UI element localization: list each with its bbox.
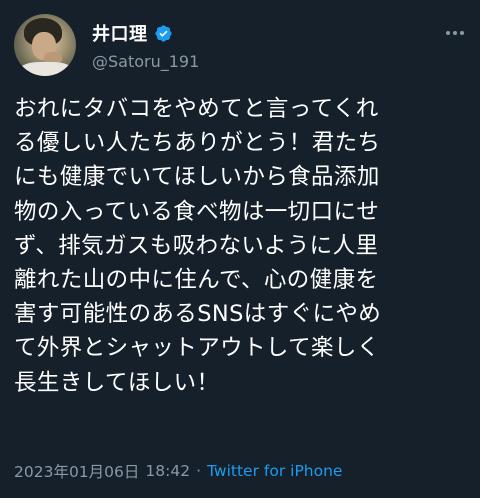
avatar[interactable] <box>14 14 76 76</box>
tweet-source-link[interactable]: Twitter for iPhone <box>207 462 342 480</box>
display-name[interactable]: 井口理 <box>92 20 148 46</box>
author-name-row[interactable]: 井口理 <box>92 20 173 46</box>
tweet-meta: 2023年01月06日 18:42 · Twitter for iPhone <box>14 460 342 482</box>
more-dot <box>446 31 450 35</box>
verified-badge-icon <box>154 24 172 42</box>
tweet-date[interactable]: 2023年01月06日 <box>14 460 139 482</box>
tweet-text: おれにタバコをやめてと言ってくれ る優しい人たちありがとう！君たち にも健康でい… <box>14 96 382 396</box>
more-dot <box>453 31 457 35</box>
meta-separator: · <box>196 462 202 480</box>
more-dot <box>460 31 464 35</box>
tweet-card: 井口理 @Satoru_191 おれにタバコをやめてと言ってくれ る優しい人たち… <box>0 0 480 498</box>
more-options-icon[interactable] <box>444 22 466 44</box>
tweet-time[interactable]: 18:42 <box>145 462 190 480</box>
avatar-shirt <box>18 62 74 76</box>
author-handle[interactable]: @Satoru_191 <box>92 52 199 71</box>
